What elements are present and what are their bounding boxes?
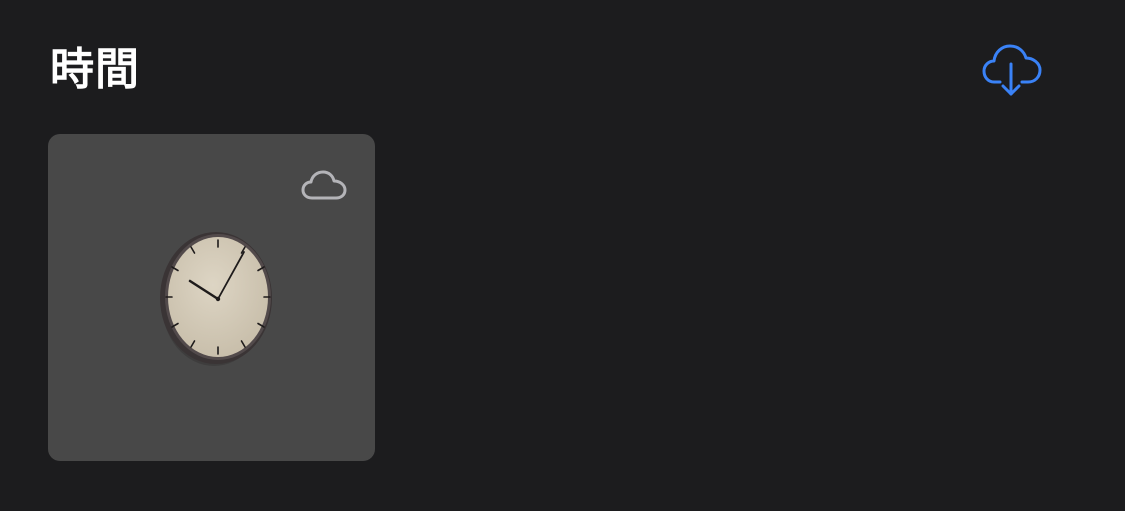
page-title: 時間	[50, 44, 140, 95]
cloud-download-icon	[982, 44, 1042, 96]
watch-face-card[interactable]	[48, 134, 375, 461]
download-all-button[interactable]	[980, 36, 1048, 100]
clock-image	[160, 232, 272, 366]
watch-face-gallery: 時間	[0, 0, 1125, 511]
cloud-icon	[301, 170, 347, 200]
